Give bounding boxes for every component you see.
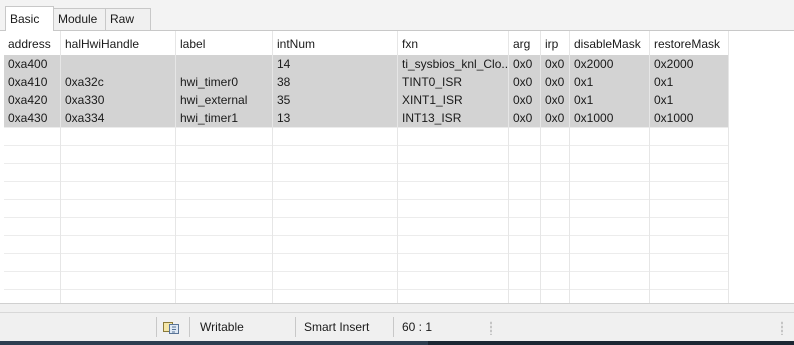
table-row[interactable]: 0xa420 0xa330 hwi_external 35 XINT1_ISR … (4, 91, 729, 109)
status-cursor-position: 60 : 1 (402, 320, 433, 334)
cell-arg: 0x0 (513, 75, 533, 89)
grid-line (4, 163, 729, 164)
status-writable: Writable (200, 320, 244, 334)
cell-irp: 0x0 (545, 93, 565, 107)
cell-restoremask: 0x1 (654, 93, 674, 107)
cell-disablemask: 0x1000 (574, 111, 614, 125)
column-header-restoremask[interactable]: restoreMask (650, 31, 729, 55)
cell-arg: 0x0 (513, 111, 533, 125)
cell-address: 0xa420 (8, 93, 48, 107)
cell-disablemask: 0x1 (574, 93, 594, 107)
status-separator (156, 317, 157, 337)
cell-fxn: XINT1_ISR (402, 93, 463, 107)
column-divider (175, 31, 176, 303)
column-divider (540, 31, 541, 303)
column-divider (728, 31, 729, 303)
grid-line (4, 181, 729, 182)
tab-module[interactable]: Module (53, 8, 106, 30)
column-divider (60, 31, 61, 303)
cell-label (176, 55, 273, 73)
column-divider (569, 31, 570, 303)
column-header-halhwihandle[interactable]: halHwiHandle (61, 31, 176, 55)
cell-disablemask: 0x1 (574, 75, 594, 89)
cell-label: hwi_timer1 (180, 111, 239, 125)
column-divider (272, 31, 273, 303)
column-header-intnum[interactable]: intNum (273, 31, 398, 55)
cell-intnum: 35 (277, 93, 291, 107)
column-header-disablemask[interactable]: disableMask (570, 31, 650, 55)
hwi-table[interactable]: 0xa400 14 ti_sysbios_knl_Clo... 0x0 0x0 … (4, 31, 794, 303)
cell-label: hwi_external (180, 93, 248, 107)
cell-fxn: TINT0_ISR (402, 75, 463, 89)
column-divider (649, 31, 650, 303)
cell-label: hwi_timer0 (180, 75, 239, 89)
cell-halhwihandle: 0xa330 (65, 93, 105, 107)
table-row[interactable]: 0xa410 0xa32c hwi_timer0 38 TINT0_ISR 0x… (4, 73, 729, 91)
cell-halhwihandle: 0xa32c (65, 75, 104, 89)
column-divider (397, 31, 398, 303)
grid-line (4, 127, 729, 128)
status-separator (393, 317, 394, 337)
cell-arg: 0x0 (513, 57, 533, 71)
cell-intnum: 14 (277, 57, 291, 71)
grid-line (4, 289, 729, 290)
table-row[interactable]: 0xa430 0xa334 hwi_timer1 13 INT13_ISR 0x… (4, 109, 729, 127)
cell-address: 0xa400 (8, 57, 48, 71)
grid-line (4, 271, 729, 272)
ime-icon[interactable] (162, 319, 180, 335)
status-grip-handle[interactable] (781, 321, 783, 335)
grid-line (4, 235, 729, 236)
cell-intnum: 13 (277, 111, 291, 125)
grid-line (4, 199, 729, 200)
cell-restoremask: 0x1 (654, 75, 674, 89)
cell-irp: 0x0 (545, 57, 565, 71)
grid-line (4, 145, 729, 146)
status-grip-handle[interactable] (490, 321, 492, 335)
cell-restoremask: 0x2000 (654, 57, 694, 71)
taskbar-edge-dark (428, 341, 794, 345)
cell-address: 0xa430 (8, 111, 48, 125)
grid-line (4, 217, 729, 218)
status-separator (295, 317, 296, 337)
status-bar: Writable Smart Insert 60 : 1 (0, 312, 794, 341)
status-separator (189, 317, 190, 337)
cell-halhwihandle: 0xa334 (65, 111, 105, 125)
tab-bar: Raw Module Basic (0, 0, 794, 31)
tab-raw[interactable]: Raw (105, 8, 151, 30)
cell-restoremask: 0x1000 (654, 111, 694, 125)
cell-fxn: ti_sysbios_knl_Clo... (402, 57, 509, 71)
cell-disablemask: 0x2000 (574, 57, 614, 71)
cell-fxn: INT13_ISR (402, 111, 462, 125)
column-header-fxn[interactable]: fxn (398, 31, 509, 55)
grid-line (4, 253, 729, 254)
cell-intnum: 38 (277, 75, 291, 89)
cell-address: 0xa410 (8, 75, 48, 89)
cell-irp: 0x0 (545, 75, 565, 89)
table-row[interactable]: 0xa400 14 ti_sysbios_knl_Clo... 0x0 0x0 … (4, 55, 729, 73)
tab-basic[interactable]: Basic (5, 6, 54, 31)
column-divider (508, 31, 509, 303)
column-header-label[interactable]: label (176, 31, 273, 55)
cell-irp: 0x0 (545, 111, 565, 125)
cell-arg: 0x0 (513, 93, 533, 107)
column-header-address[interactable]: address (4, 31, 61, 55)
column-header-irp[interactable]: irp (541, 31, 570, 55)
status-insert-mode: Smart Insert (304, 320, 370, 334)
panel-gap (0, 304, 794, 312)
taskbar-edge (0, 341, 794, 345)
column-header-arg[interactable]: arg (509, 31, 541, 55)
cell-halhwihandle (61, 55, 176, 73)
